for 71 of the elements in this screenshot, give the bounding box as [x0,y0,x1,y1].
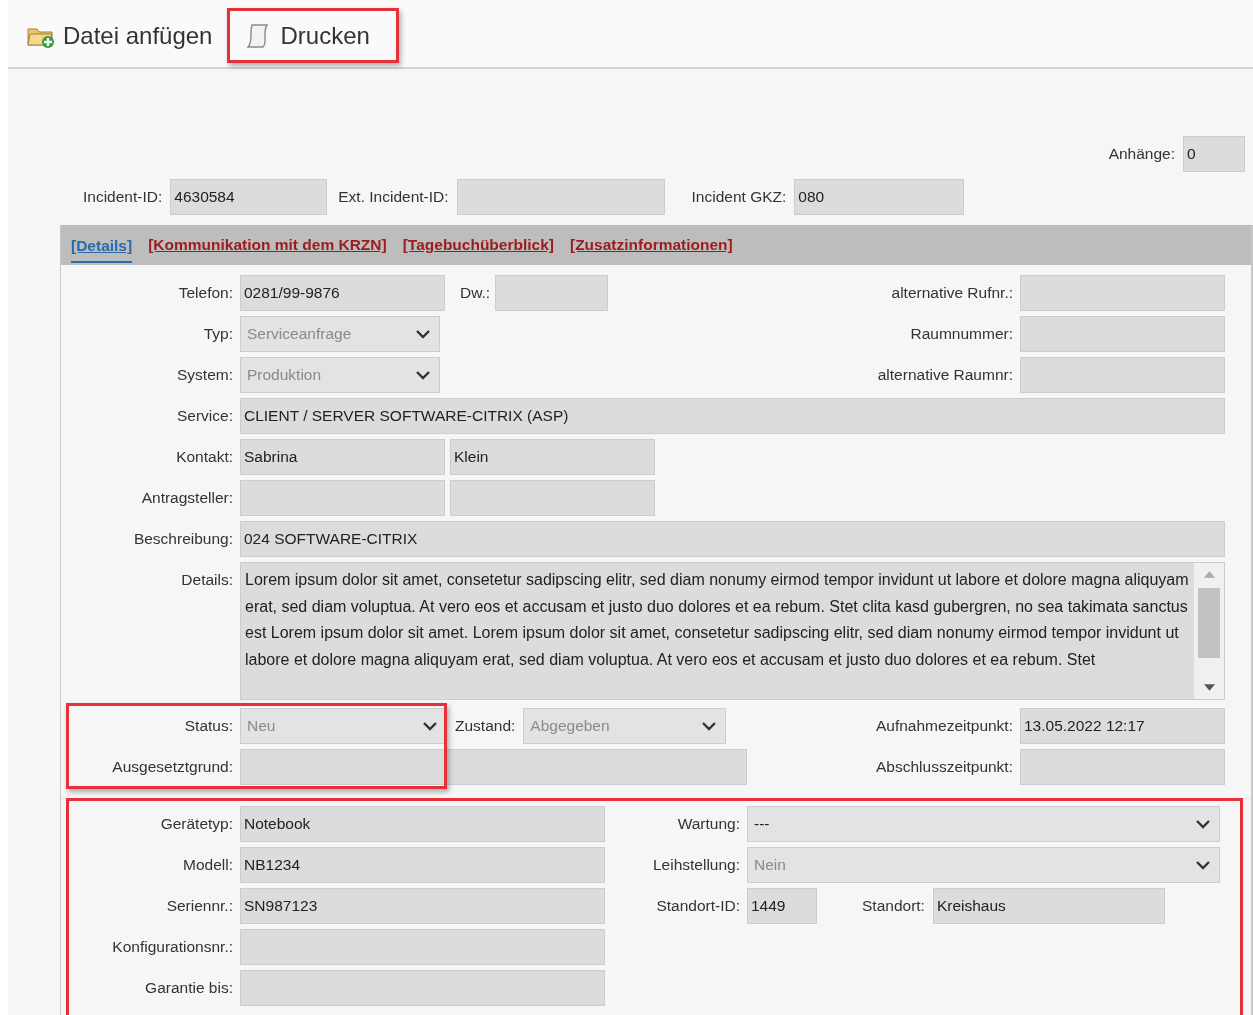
chevron-down-icon [415,329,431,339]
field-label: alternative Rufnr.: [891,284,1013,302]
text-field[interactable]: 0 [1183,135,1245,172]
field-label: Seriennr.: [165,897,234,915]
field-label: Ext. Incident-ID: [338,187,449,206]
tab[interactable]: [Kommunikation mit dem KRZN] [148,228,387,262]
field-label: Leihstellung: [651,856,741,874]
toolbar-button[interactable]: Datei anfügen [20,8,228,63]
field-label: Anhänge: [1108,144,1175,163]
field-label: Standort-ID: [655,897,741,915]
text-field[interactable]: SN987123 [240,888,605,924]
text-field[interactable]: NB1234 [240,847,605,883]
tab[interactable]: [Tagebuchüberblick] [402,228,554,262]
text-field[interactable]: Sabrina [240,439,445,475]
text-field[interactable] [240,970,605,1006]
field-label: Zustand: [455,717,516,735]
field-label: System: [176,366,234,384]
field-label: Telefon: [177,284,234,302]
field-label: Kontakt: [175,448,234,466]
field-label: Gerätetyp: [159,815,234,833]
text-field[interactable]: Kreishaus [932,888,1165,924]
text-field[interactable]: 4630584 [170,178,328,215]
field-label: Raumnummer: [910,325,1013,343]
tab[interactable]: [Zusatzinformationen] [570,228,733,262]
field-label: Status: [183,717,234,735]
field-label: Aufnahmezeitpunkt: [876,717,1013,735]
field-label: Konfigurationsnr.: [111,938,234,956]
text-field[interactable]: 0281/99-9876 [240,275,445,311]
text-field[interactable] [495,275,609,311]
field-label: Details: [180,570,234,589]
scroll-down-icon[interactable] [1203,684,1215,691]
field-label: Garantie bis: [144,979,234,997]
chevron-down-icon [1195,819,1211,829]
field-label: Service: [176,407,234,425]
text-field[interactable]: 1449 [747,888,817,924]
field-label: Standort: [862,897,925,915]
text-field[interactable] [1020,275,1225,311]
field-label: Modell: [182,856,234,874]
dropdown[interactable]: --- [747,806,1220,842]
text-field[interactable] [1020,749,1225,785]
text-field[interactable]: 13.05.2022 12:17 [1020,708,1225,744]
chevron-down-icon [701,721,718,731]
text-field[interactable]: 080 [794,178,965,215]
chevron-down-icon [1195,860,1211,870]
text-field[interactable] [240,929,605,965]
field-label: Incident-ID: [83,187,163,206]
text-field[interactable]: CLIENT / SERVER SOFTWARE-CITRIX (ASP) [240,398,1225,434]
text-field[interactable]: 024 SOFTWARE-CITRIX [240,521,1225,557]
chevron-down-icon [422,721,438,731]
text-field[interactable] [450,480,655,516]
field-label: Wartung: [676,815,741,833]
scrollbar[interactable] [1194,563,1224,699]
field-label: alternative Raumnr: [877,366,1013,384]
field-label: Beschreibung: [132,530,234,548]
text-field[interactable] [1020,357,1225,393]
field-label: Ausgesetztgrund: [111,758,234,776]
chevron-down-icon [415,370,431,380]
text-area[interactable]: Lorem ipsum dolor sit amet, consetetur sadipscing elitr, sed diam nonumy eirmod tempor invidunt ut labore et dolore magna aliquyam erat, sed diam voluptua. At vero eos et accusam et justo duo dolores et ea rebum. Stet clita kasd gubergren, no sea takimata sanctus est Lorem ipsum dolor sit amet. Lorem ipsum dolor sit amet, consetetur sadipscing elitr, sed diam nonumy eirmod tempor invidunt ut labore et dolore magna aliquyam erat, sed diam voluptua. At vero eos et accusam et justo duo dolores et ea rebum. Stet [240,562,1225,700]
text-field[interactable] [240,749,747,785]
text-field[interactable] [1020,316,1225,352]
field-label: Dw.: [460,284,491,302]
field-label: Typ: [202,325,234,343]
scroll-up-icon[interactable] [1203,571,1215,578]
text-field[interactable] [456,178,665,215]
text-field[interactable]: Notebook [240,806,605,842]
field-label: Incident GKZ: [691,187,787,206]
field-label: Abschlusszeitpunkt: [876,758,1013,776]
field-label: Antragsteller: [140,489,234,507]
text-field[interactable]: Klein [450,439,655,475]
text-field[interactable] [240,480,445,516]
toolbar-button[interactable]: Drucken [227,8,399,63]
